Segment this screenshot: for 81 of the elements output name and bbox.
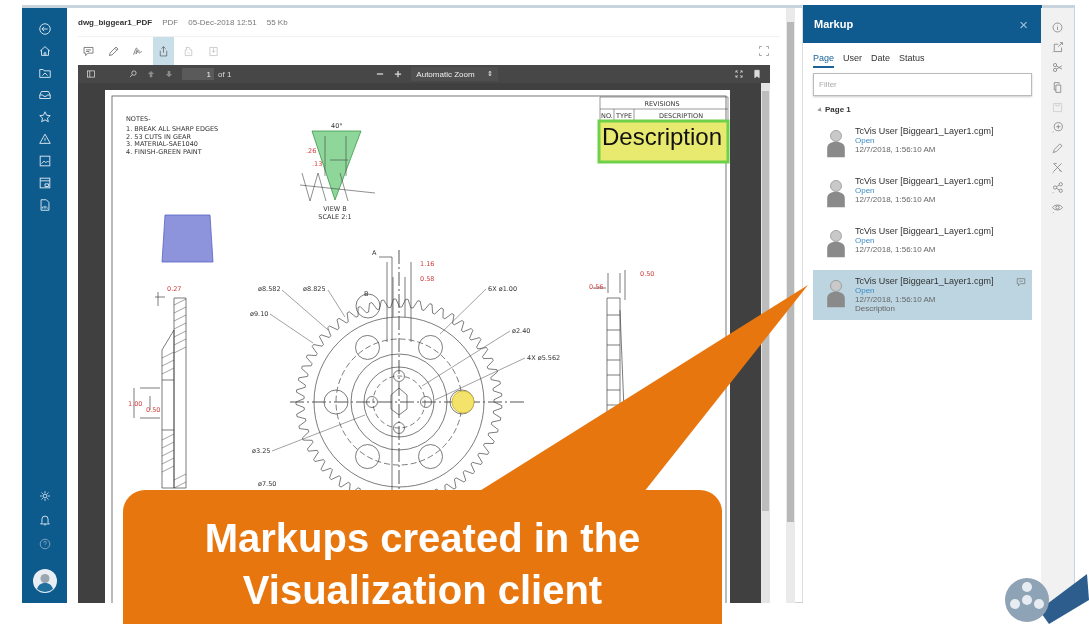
filter-field[interactable]: Filter <box>813 73 1032 96</box>
file-size: 55 Kb <box>266 17 288 27</box>
close-button[interactable]: × <box>1019 15 1028 33</box>
document-icon[interactable] <box>37 198 52 212</box>
avatar-icon[interactable] <box>32 569 57 593</box>
tab[interactable]: Status <box>899 53 925 68</box>
markup-date: 12/7/2018, 1:56:10 AM <box>855 145 937 154</box>
markup-date: 12/7/2018, 1:56:10 AM <box>855 245 937 254</box>
markup-author: TcVis User [Biggear1_Layer1.cgm] <box>855 276 995 286</box>
pencil-icon <box>107 44 120 58</box>
pencil-icon[interactable] <box>1051 141 1064 154</box>
upload-icon <box>157 44 170 58</box>
home-icon[interactable] <box>37 44 52 58</box>
caret-icon[interactable] <box>815 105 825 114</box>
markup-date: 12/7/2018, 1:56:10 AM <box>855 295 937 304</box>
scissors-icon[interactable] <box>1051 61 1064 74</box>
markup-list-item[interactable]: TcVis User [Biggear1_Layer1.cgm] Open 12/7/2018, 1:56:10 AM Description <box>813 270 1032 320</box>
markup-list-item[interactable]: TcVis User [Biggear1_Layer1.cgm] Open 12/7/2018, 1:56:10 AM <box>813 220 1032 270</box>
inbox-icon[interactable] <box>37 88 52 102</box>
window-icon[interactable] <box>37 176 52 190</box>
tab[interactable]: Date <box>871 53 891 68</box>
markup-author: TcVis User [Biggear1_Layer1.cgm] <box>855 226 995 236</box>
copy-icon[interactable] <box>1051 81 1064 94</box>
markup-list-item[interactable]: TcVis User [Biggear1_Layer1.cgm] Open 12/7/2018, 1:56:10 AM <box>813 170 1032 220</box>
markup-author: TcVis User [Biggear1_Layer1.cgm] <box>855 126 995 136</box>
file-name: dwg_biggear1_PDF <box>78 17 153 27</box>
markup-list-item[interactable]: TcVis User [Biggear1_Layer1.cgm] Open 12/7/2018, 1:56:10 AM <box>813 120 1032 170</box>
bookmark-icon[interactable] <box>752 69 762 79</box>
presentation-mode-icon[interactable] <box>734 69 744 79</box>
back-icon[interactable] <box>37 22 52 36</box>
search-icon[interactable] <box>128 69 138 79</box>
eye-icon[interactable] <box>1051 201 1064 214</box>
markup-status: Open <box>855 136 876 145</box>
zoom-in-icon[interactable] <box>393 69 404 79</box>
circle-markup[interactable] <box>451 390 475 414</box>
user-silhouette-icon <box>825 178 847 210</box>
share-icon[interactable] <box>1051 181 1064 194</box>
tab[interactable]: User <box>843 53 863 68</box>
comment-icon <box>82 44 95 58</box>
markup-status: Open <box>855 186 876 195</box>
stamp-icon <box>182 44 195 58</box>
toolbar-button[interactable] <box>153 37 174 65</box>
star-icon[interactable] <box>37 110 52 124</box>
folder-icon[interactable] <box>37 66 52 80</box>
panel-title: Markup <box>814 18 854 30</box>
settings-icon[interactable] <box>37 489 52 503</box>
add-icon[interactable] <box>1051 121 1064 134</box>
picture-icon[interactable] <box>37 154 52 168</box>
warning-icon[interactable] <box>37 132 52 146</box>
highlight-markup[interactable] <box>597 119 730 164</box>
markup-description: Description <box>855 304 896 313</box>
export-icon[interactable] <box>1051 41 1064 54</box>
info-icon[interactable] <box>1051 21 1064 34</box>
comment-icon[interactable] <box>1016 277 1026 287</box>
help-icon[interactable] <box>37 537 52 551</box>
download-icon <box>207 44 220 58</box>
page-number-field[interactable]: 1 <box>182 68 214 80</box>
sidebar-toggle-icon[interactable] <box>86 69 96 79</box>
tab[interactable]: Page <box>813 53 835 68</box>
leader-line <box>269 313 314 344</box>
markup-date: 12/7/2018, 1:56:10 AM <box>855 195 937 204</box>
user-silhouette-icon <box>825 128 847 160</box>
markup-text[interactable]: Description <box>602 123 723 150</box>
markup-status: Open <box>855 286 876 295</box>
user-silhouette-icon <box>825 278 847 310</box>
markup-status: Open <box>855 236 876 245</box>
file-date: 05-Dec-2018 12:51 <box>188 17 257 27</box>
scrollbar[interactable] <box>786 8 795 603</box>
scrollbar[interactable] <box>761 83 770 603</box>
rectangle-markup[interactable] <box>161 214 214 263</box>
bell-icon[interactable] <box>37 513 52 527</box>
fullscreen-icon[interactable] <box>758 45 770 57</box>
user-silhouette-icon <box>825 228 847 260</box>
arrow-up-icon[interactable] <box>146 69 156 79</box>
file-type: PDF <box>162 17 179 27</box>
tree-node-label[interactable]: Page 1 <box>825 105 851 114</box>
markup-author: TcVis User [Biggear1_Layer1.cgm] <box>855 176 995 186</box>
signature-icon <box>132 44 145 58</box>
arrow-down-icon[interactable] <box>164 69 174 79</box>
callout-text: Markups created in the Visualization client <box>203 515 642 614</box>
page-count: of 1 <box>218 69 232 79</box>
